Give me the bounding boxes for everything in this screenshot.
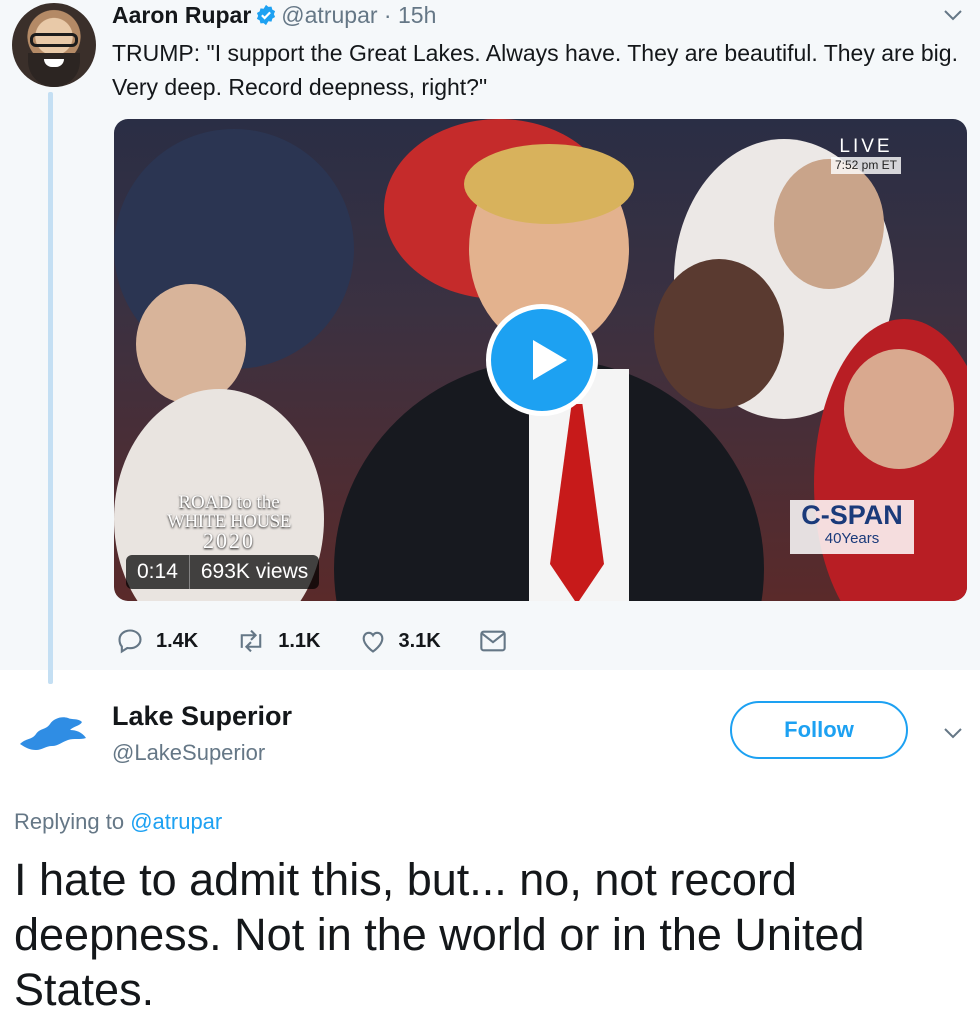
- tweet-actions: 1.4K 1.1K 3.1K: [116, 622, 557, 660]
- reply-icon: [118, 629, 142, 654]
- author-name[interactable]: Aaron Rupar: [112, 2, 251, 28]
- chevron-down-icon[interactable]: [942, 4, 964, 26]
- cspan-logo: C-SPAN 40Years: [790, 500, 914, 554]
- follow-button[interactable]: Follow: [730, 701, 908, 759]
- reply-button[interactable]: 1.4K: [116, 627, 198, 655]
- mention-link[interactable]: @atrupar: [130, 809, 222, 834]
- tweet-header: Aaron Rupar @atrupar · 15h: [112, 0, 436, 33]
- live-indicator: LIVE 7:52 pm ET: [830, 137, 901, 174]
- video-duration: 0:14: [137, 560, 178, 583]
- direct-message-button[interactable]: [479, 628, 519, 654]
- video-player[interactable]: LIVE 7:52 pm ET ROAD to the WHITE HOUSE …: [114, 119, 967, 601]
- like-icon: [362, 631, 383, 653]
- tweet-text: I hate to admit this, but... no, not rec…: [14, 854, 865, 1015]
- avatar[interactable]: [18, 712, 90, 754]
- video-stats-badge: 0:14 693K views: [126, 555, 320, 589]
- quoted-tweet[interactable]: Aaron Rupar @atrupar · 15h TRUMP: "I supp…: [0, 0, 980, 684]
- road-to-white-house-logo: ROAD to the WHITE HOUSE 2020: [167, 492, 291, 553]
- author-handle[interactable]: @LakeSuperior: [112, 738, 265, 768]
- author-name[interactable]: Lake Superior: [112, 699, 292, 733]
- retweet-icon: [240, 629, 262, 653]
- retweet-button[interactable]: 1.1K: [236, 627, 321, 655]
- video-views: 693K views: [200, 560, 309, 583]
- avatar[interactable]: [12, 3, 96, 87]
- direct-message-icon: [480, 630, 506, 652]
- like-button[interactable]: 3.1K: [359, 627, 441, 655]
- tweet-time[interactable]: 15h: [398, 2, 436, 28]
- replying-to: Replying to @atrupar: [14, 809, 223, 834]
- chevron-down-icon[interactable]: [942, 722, 964, 744]
- thread-line: [48, 92, 53, 684]
- author-handle[interactable]: @atrupar: [281, 2, 377, 28]
- separator: ·: [383, 2, 392, 28]
- play-icon[interactable]: [486, 304, 598, 416]
- tweet-text: TRUMP: "I support the Great Lakes. Alway…: [112, 40, 958, 100]
- verified-badge-icon: [255, 3, 277, 33]
